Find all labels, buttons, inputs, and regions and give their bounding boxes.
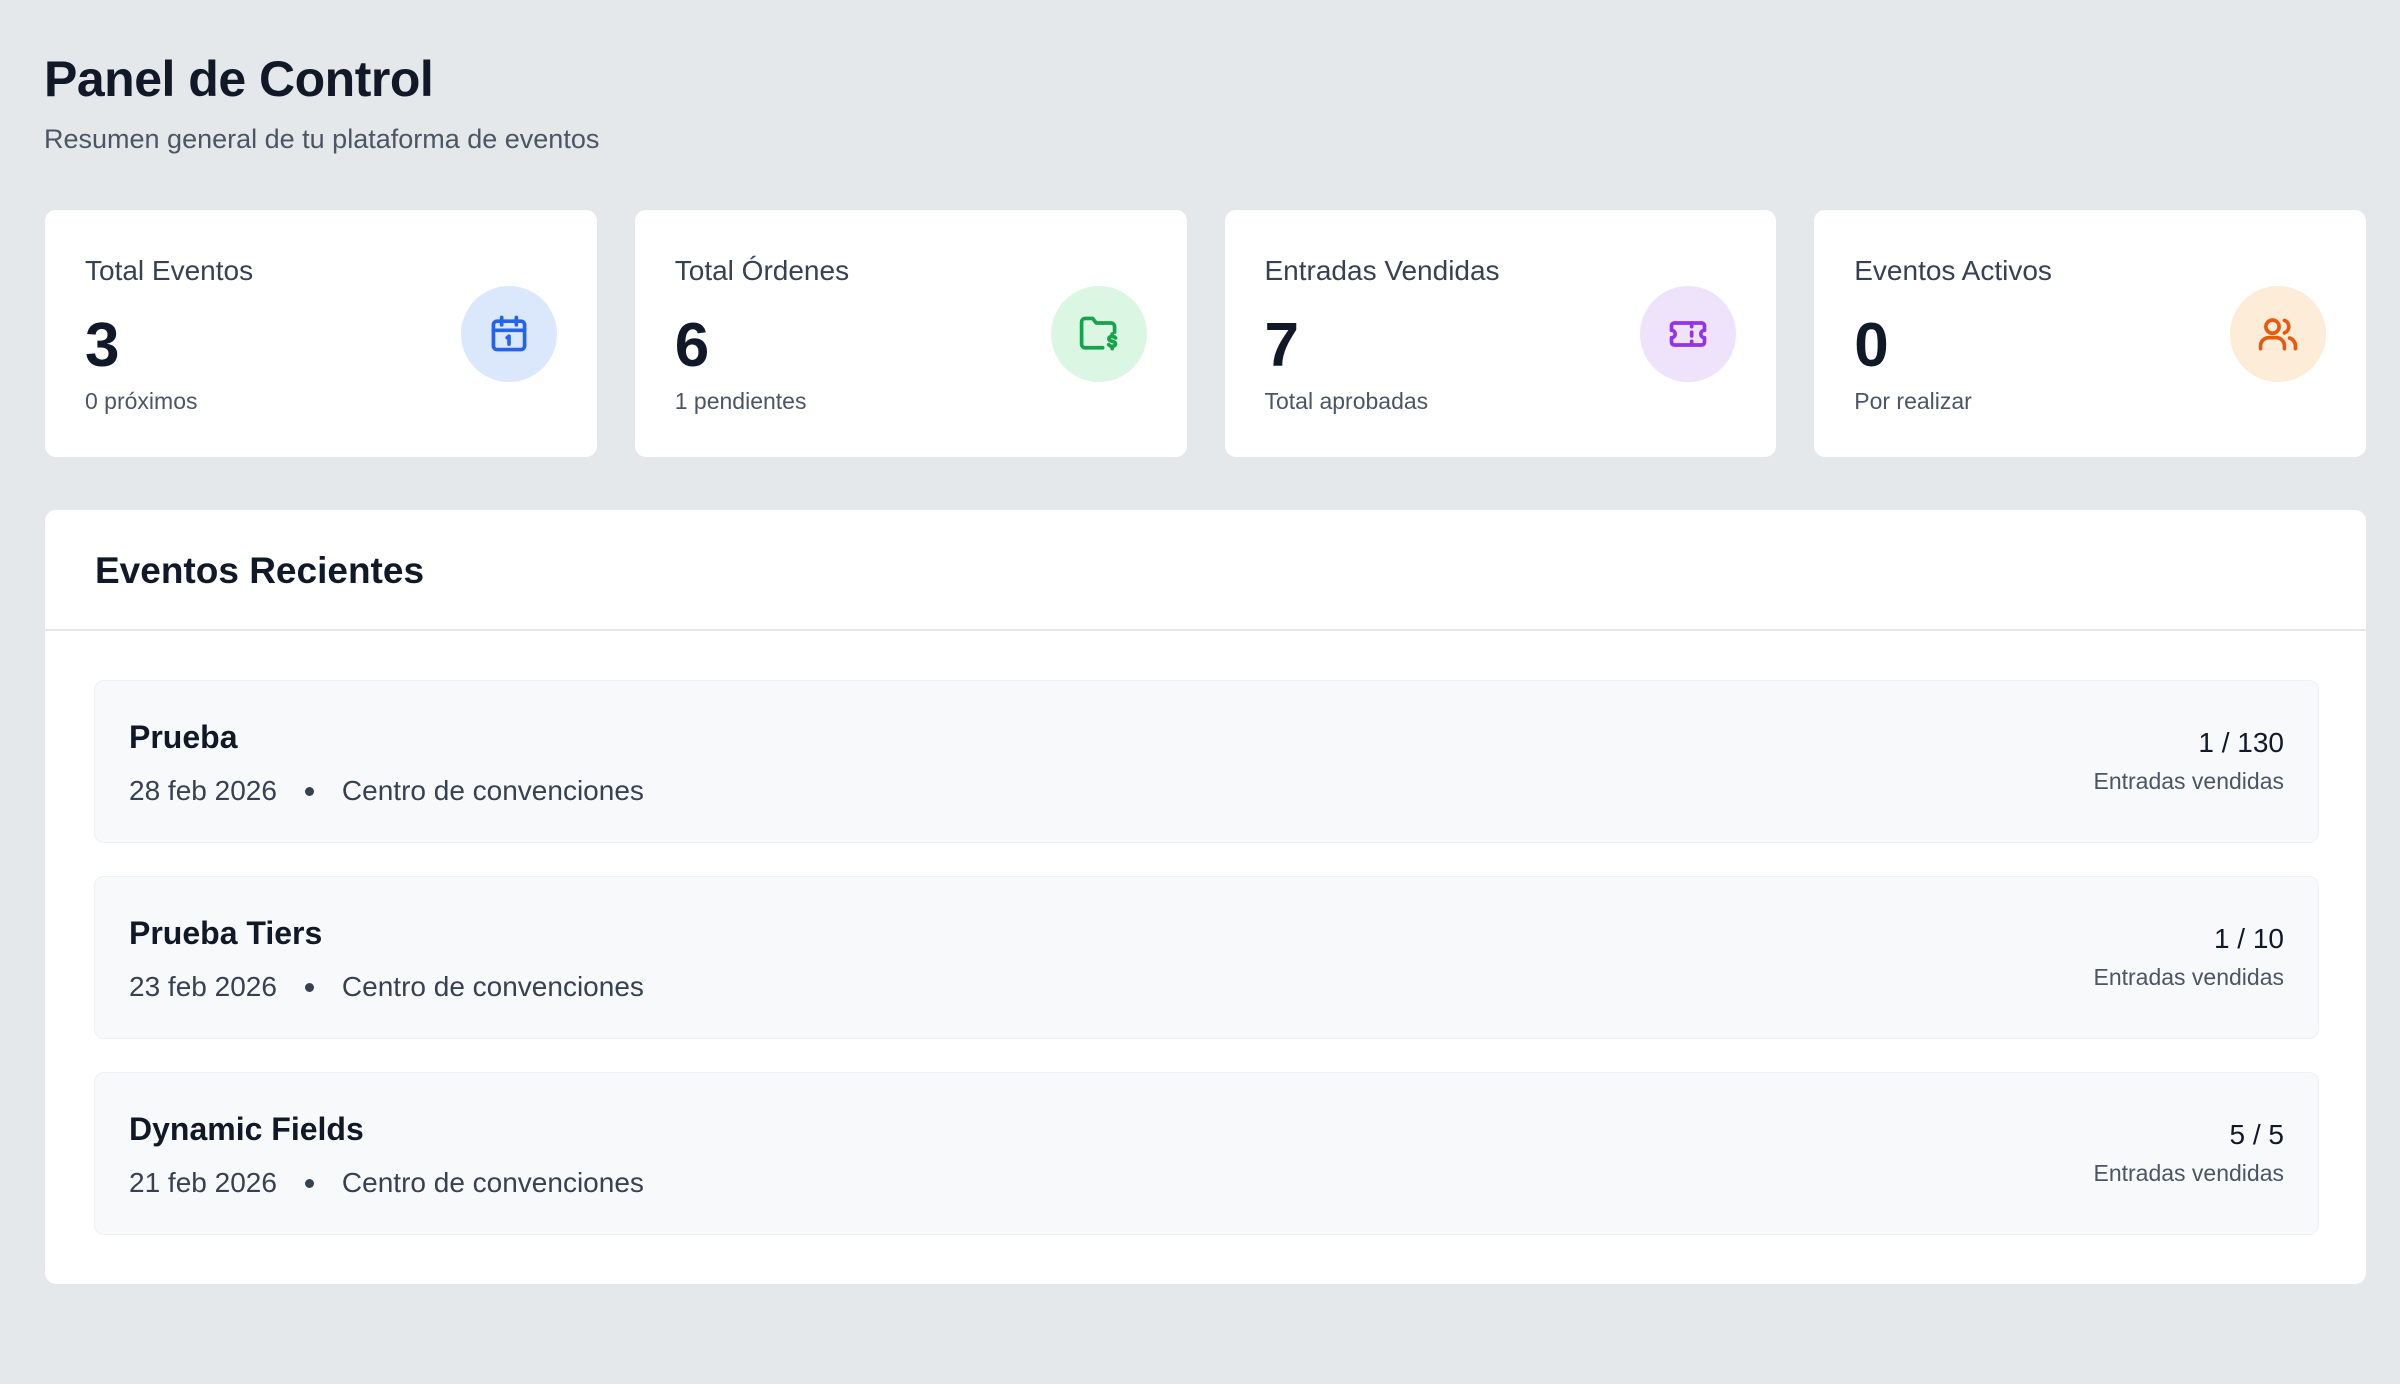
recent-events-panel: Eventos Recientes Prueba 28 feb 2026 Cen… xyxy=(44,509,2367,1285)
stat-label: Eventos Activos xyxy=(1854,255,2052,286)
stat-note: 1 pendientes xyxy=(674,388,807,414)
event-location: Centro de convenciones xyxy=(341,1167,644,1198)
stat-card-total-ordenes: Total Órdenes 6 1 pendientes xyxy=(633,209,1188,458)
stat-value: 0 xyxy=(1854,311,1889,380)
event-tickets-sold-label: Entradas vendidas xyxy=(2093,1160,2284,1186)
event-location: Centro de convenciones xyxy=(341,971,644,1002)
event-meta: 28 feb 2026 Centro de convenciones xyxy=(129,775,644,807)
event-tickets-sold: 1 / 10 xyxy=(2213,923,2284,954)
event-item-dynamic-fields[interactable]: Dynamic Fields 21 feb 2026 Centro de con… xyxy=(94,1072,2319,1235)
dashboard-page: Panel de Control Resumen general de tu p… xyxy=(0,0,2400,1384)
stat-card-total-eventos: Total Eventos 3 0 próximos xyxy=(44,209,598,458)
stat-label: Total Eventos xyxy=(85,255,254,286)
stat-value: 3 xyxy=(85,311,120,380)
ticket-icon xyxy=(1640,286,1737,382)
page-title: Panel de Control xyxy=(44,51,434,107)
event-date: 28 feb 2026 xyxy=(129,775,277,806)
stat-value: 6 xyxy=(674,311,710,380)
recent-events-title: Eventos Recientes xyxy=(95,550,425,591)
event-tickets-sold-label: Entradas vendidas xyxy=(2093,964,2284,990)
stat-label: Total Órdenes xyxy=(674,255,850,286)
stat-note: Total aprobadas xyxy=(1264,388,1429,414)
event-item-prueba[interactable]: Prueba 28 feb 2026 Centro de convencione… xyxy=(94,680,2319,843)
stat-label: Entradas Vendidas xyxy=(1264,255,1500,286)
event-list: Prueba 28 feb 2026 Centro de convencione… xyxy=(94,680,2319,1268)
event-date: 21 feb 2026 xyxy=(129,1167,277,1198)
stat-value: 7 xyxy=(1264,311,1299,380)
event-name: Dynamic Fields xyxy=(129,1111,364,1147)
stats-row: Total Eventos 3 0 próximos Total Órdenes… xyxy=(44,209,2367,458)
event-name: Prueba xyxy=(129,719,238,755)
event-meta: 21 feb 2026 Centro de convenciones xyxy=(129,1167,644,1199)
stat-card-eventos-activos: Eventos Activos 0 Por realizar xyxy=(1813,209,2367,458)
page-subtitle: Resumen general de tu plataforma de even… xyxy=(44,124,600,154)
bullet-separator xyxy=(304,1178,314,1188)
recent-events-header: Eventos Recientes xyxy=(45,510,2366,631)
bullet-separator xyxy=(304,982,314,992)
event-item-prueba-tiers[interactable]: Prueba Tiers 23 feb 2026 Centro de conve… xyxy=(94,876,2319,1039)
event-tickets-sold-label: Entradas vendidas xyxy=(2093,768,2284,794)
event-name: Prueba Tiers xyxy=(129,915,323,951)
folder-dollar-icon xyxy=(1050,286,1147,382)
calendar-icon xyxy=(460,286,557,382)
event-tickets-sold: 5 / 5 xyxy=(2229,1119,2284,1150)
stat-note: 0 próximos xyxy=(85,388,198,414)
users-icon xyxy=(2230,286,2326,382)
bullet-separator xyxy=(304,786,314,796)
stat-note: Por realizar xyxy=(1854,388,1972,414)
event-date: 23 feb 2026 xyxy=(129,971,277,1002)
stat-card-entradas-vendidas: Entradas Vendidas 7 Total aprobadas xyxy=(1223,209,1778,458)
event-meta: 23 feb 2026 Centro de convenciones xyxy=(129,971,644,1003)
event-location: Centro de convenciones xyxy=(341,775,644,806)
event-tickets-sold: 1 / 130 xyxy=(2198,727,2284,758)
